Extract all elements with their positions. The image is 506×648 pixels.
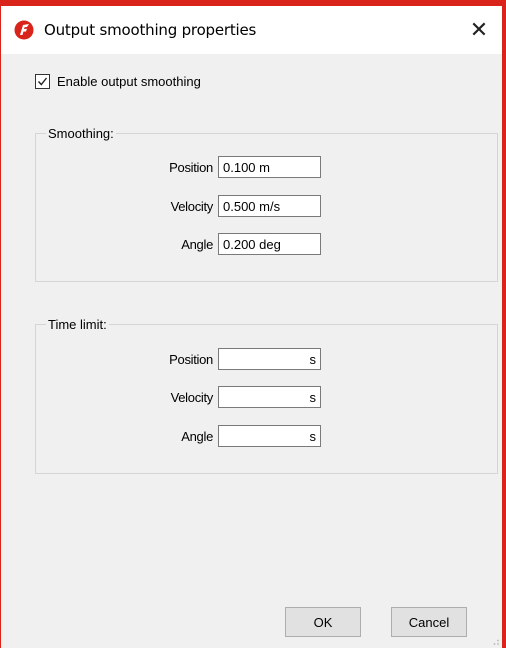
time-limit-velocity-input[interactable]: s — [218, 386, 321, 408]
close-button[interactable]: ✕ — [456, 6, 502, 54]
smoothing-group-legend: Smoothing: — [48, 126, 114, 141]
time-limit-angle-row: Angle s — [131, 425, 321, 447]
resize-grip-icon[interactable] — [490, 636, 500, 646]
time-limit-position-label: Position — [169, 351, 213, 367]
enable-smoothing-label: Enable output smoothing — [57, 73, 201, 89]
smoothing-velocity-label: Velocity — [170, 198, 214, 214]
smoothing-angle-input[interactable]: 0.200 deg — [218, 233, 321, 255]
time-limit-position-row: Position s — [131, 348, 321, 370]
cancel-button[interactable]: Cancel — [391, 607, 467, 637]
time-limit-angle-label: Angle — [181, 428, 213, 444]
window-accent-border-right — [502, 6, 506, 648]
smoothing-position-label: Position — [169, 159, 213, 175]
ok-button[interactable]: OK — [285, 607, 361, 637]
smoothing-position-row: Position 0.100 m — [131, 156, 321, 178]
smoothing-angle-label: Angle — [181, 236, 213, 252]
enable-smoothing-checkbox[interactable] — [35, 73, 50, 89]
app-logo-icon — [14, 20, 34, 40]
title-bar[interactable]: Output smoothing properties ✕ — [1, 6, 502, 54]
time-limit-velocity-label: Velocity — [170, 389, 214, 405]
smoothing-velocity-input[interactable]: 0.500 m/s — [218, 195, 321, 217]
close-icon: ✕ — [469, 17, 489, 43]
smoothing-velocity-row: Velocity 0.500 m/s — [131, 195, 321, 217]
time-limit-velocity-row: Velocity s — [131, 386, 321, 408]
time-limit-angle-input[interactable]: s — [218, 425, 321, 447]
window-title: Output smoothing properties — [44, 21, 257, 39]
smoothing-position-input[interactable]: 0.100 m — [218, 156, 321, 178]
time-limit-group-legend: Time limit: — [48, 317, 107, 332]
enable-smoothing-option[interactable]: Enable output smoothing — [35, 72, 201, 90]
time-limit-position-input[interactable]: s — [218, 348, 321, 370]
checkmark-icon — [37, 77, 48, 86]
dialog-window: Output smoothing properties ✕ Enable out… — [0, 6, 502, 648]
smoothing-angle-row: Angle 0.200 deg — [131, 233, 321, 255]
